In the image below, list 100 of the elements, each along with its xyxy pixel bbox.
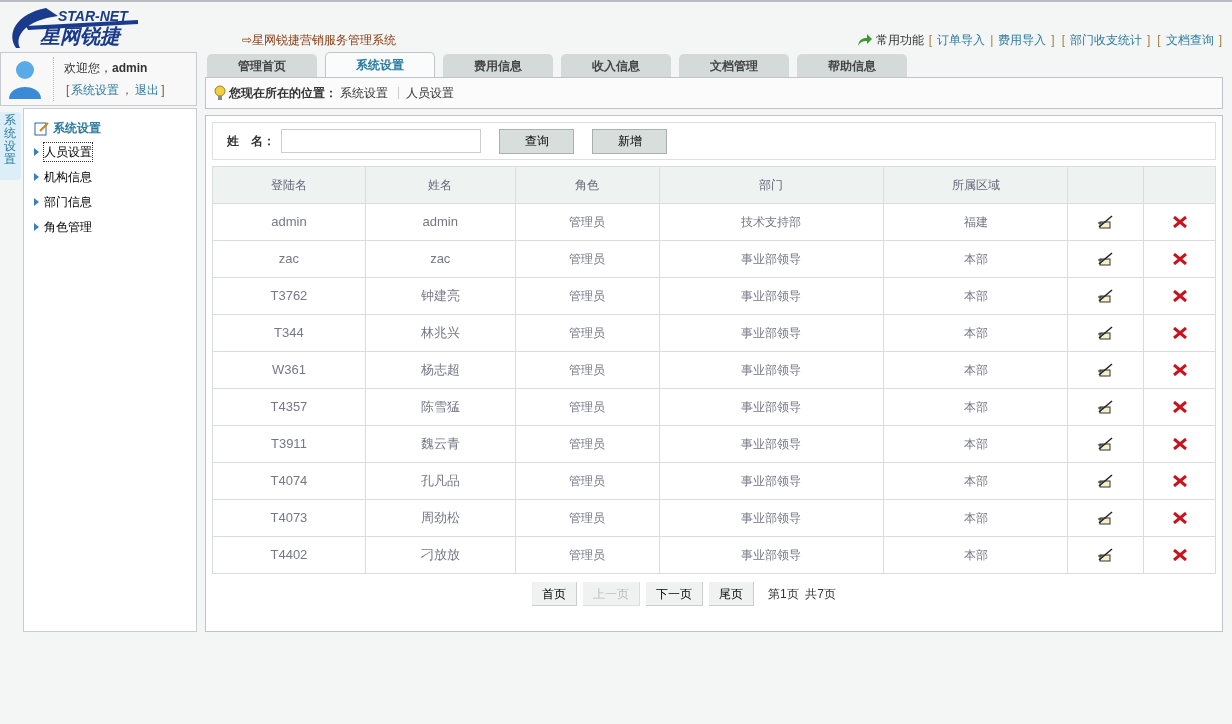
table-cell-text: 事业部领导 (741, 547, 802, 564)
edit-icon[interactable] (1096, 251, 1115, 267)
nav-tab[interactable]: 系统设置 (325, 52, 435, 77)
name-input-field[interactable] (281, 129, 481, 153)
delete-icon[interactable] (1172, 327, 1187, 339)
search-button[interactable]: 新增 (592, 128, 667, 154)
user-link[interactable]: 退出 (135, 81, 160, 99)
table-cell-text: T4073 (270, 509, 308, 528)
menu-item[interactable]: 机构信息 (43, 167, 93, 187)
table-cell-text: 管理员 (569, 436, 606, 453)
triangle-icon (34, 198, 39, 206)
edit-icon[interactable] (1096, 362, 1115, 378)
table-cell-text: 管理员 (569, 362, 606, 379)
breadcrumb-label: 您现在所在的位置： (229, 85, 337, 102)
nav-tab[interactable]: 收入信息 (561, 54, 671, 77)
table-cell-text: zac (430, 250, 451, 269)
table-cell-text: 管理员 (569, 251, 606, 268)
column-header: 姓名 (428, 177, 453, 194)
table-cell-text: 事业部领导 (741, 473, 802, 490)
nav-tab[interactable]: 费用信息 (443, 54, 553, 77)
search-button[interactable]: 查询 (499, 128, 574, 154)
menu-item[interactable]: 人员设置 (43, 142, 93, 162)
edit-icon[interactable] (1096, 547, 1115, 563)
quick-link[interactable]: 订单导入 (937, 31, 986, 49)
delete-icon[interactable] (1172, 438, 1187, 450)
nav-tab[interactable]: 管理首页 (207, 54, 317, 77)
column-header: 登陆名 (270, 177, 307, 194)
quick-label: 常用功能 (875, 32, 924, 49)
triangle-icon (34, 223, 39, 231)
table-cell-text: 管理员 (569, 288, 606, 305)
notepad-icon (34, 120, 50, 136)
table-cell-text: T3911 (270, 435, 307, 454)
edit-icon[interactable] (1096, 325, 1115, 341)
table-cell-text: 刁放放 (420, 546, 460, 565)
table-cell-text: 本部 (963, 325, 988, 342)
table-cell-text: 事业部领导 (741, 436, 802, 453)
table-cell-text: 本部 (963, 362, 988, 379)
nav-tab[interactable]: 帮助信息 (797, 54, 907, 77)
delete-icon[interactable] (1172, 401, 1187, 413)
table-cell-text: 本部 (963, 436, 988, 453)
menu-item[interactable]: 部门信息 (43, 192, 93, 212)
table-cell-text: T344 (274, 324, 304, 343)
edit-icon[interactable] (1096, 214, 1115, 230)
table-cell-text: 管理员 (569, 547, 606, 564)
bracket: [ (1061, 32, 1065, 49)
side-tab[interactable]: 系统设置 (0, 112, 21, 180)
quick-link[interactable]: 费用导入 (998, 31, 1047, 49)
table-cell-text: 事业部领导 (741, 251, 802, 268)
triangle-icon (34, 173, 39, 181)
menu-item[interactable]: 角色管理 (43, 217, 93, 237)
column-header: 部门 (759, 177, 784, 194)
edit-icon[interactable] (1096, 473, 1115, 489)
separator: ] (161, 82, 165, 99)
delete-icon[interactable] (1172, 549, 1187, 561)
edit-icon[interactable] (1096, 436, 1115, 452)
table-cell-text: 林兆兴 (420, 324, 460, 343)
delete-icon[interactable] (1172, 512, 1187, 524)
table-cell-text: 孔凡品 (420, 472, 460, 491)
table-cell-text: zac (278, 250, 300, 269)
quick-link[interactable]: 文档查询 (1165, 31, 1214, 49)
delete-icon[interactable] (1172, 253, 1187, 265)
bracket: ] (1146, 32, 1151, 49)
table-cell-text: 管理员 (569, 325, 606, 342)
quick-link[interactable]: 部门收支统计 (1069, 31, 1142, 49)
user-link[interactable]: 系统设置 (71, 81, 120, 99)
table-cell-text: 管理员 (569, 473, 606, 490)
table-cell-text: 周劲松 (420, 509, 460, 528)
page-info: 第1页 共7页 (768, 586, 836, 603)
bracket: ] (1051, 32, 1055, 49)
pager-button[interactable]: 尾页 (709, 582, 754, 606)
table-cell-text: 本部 (963, 473, 988, 490)
pager-button[interactable]: 首页 (532, 582, 577, 606)
table-cell-text: admin (422, 213, 458, 232)
bracket: ] (1218, 32, 1222, 49)
delete-icon[interactable] (1172, 290, 1187, 302)
table-cell-text: 本部 (963, 288, 988, 305)
table-cell-text: admin (271, 213, 307, 232)
menu-title: 系统设置 (53, 120, 101, 137)
table-cell-text: 钟建亮 (420, 287, 460, 306)
delete-icon[interactable] (1172, 216, 1187, 228)
edit-icon[interactable] (1096, 510, 1115, 526)
table-cell-text: 事业部领导 (741, 288, 802, 305)
column-header: 角色 (575, 177, 600, 194)
edit-icon[interactable] (1096, 288, 1115, 304)
pager-button[interactable]: 下一页 (646, 582, 703, 606)
table-cell-text: T4074 (270, 472, 308, 491)
delete-icon[interactable] (1172, 364, 1187, 376)
table-cell-text: 本部 (963, 399, 988, 416)
delete-icon[interactable] (1172, 475, 1187, 487)
arrow-icon (856, 33, 873, 47)
table-cell-text: T4402 (270, 546, 308, 565)
bracket: [ (1157, 32, 1161, 49)
triangle-icon (34, 148, 39, 156)
nav-tab[interactable]: 文档管理 (679, 54, 789, 77)
table-cell-text: 事业部领导 (741, 399, 802, 416)
bracket: [ (928, 32, 933, 49)
table-cell-text: 管理员 (569, 214, 606, 231)
breadcrumb-item: 人员设置 (406, 85, 454, 102)
table-cell-text: 事业部领导 (741, 325, 802, 342)
edit-icon[interactable] (1096, 399, 1115, 415)
